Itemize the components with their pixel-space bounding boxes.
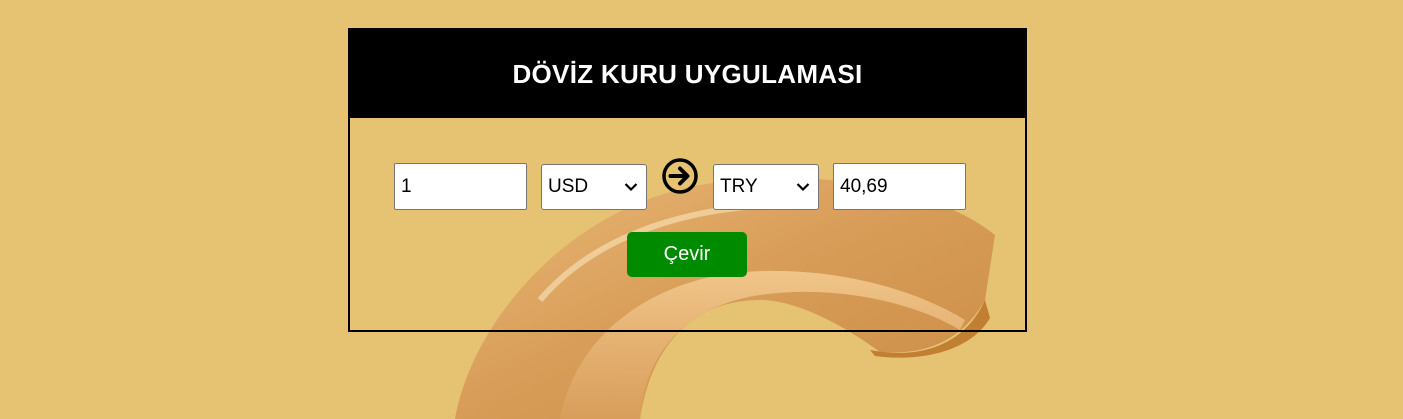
- to-currency-select[interactable]: TRY: [713, 164, 819, 210]
- app-title: DÖVİZ KURU UYGULAMASI: [350, 30, 1025, 118]
- from-currency-value: USD: [548, 176, 589, 197]
- from-currency-select[interactable]: USD: [541, 164, 647, 210]
- arrow-right-circle-icon[interactable]: [661, 157, 699, 195]
- to-currency-value: TRY: [720, 176, 758, 197]
- chevron-down-icon: [796, 183, 810, 192]
- chevron-down-icon: [624, 183, 638, 192]
- converter-panel: DÖVİZ KURU UYGULAMASI USD TRY Çevir: [348, 28, 1027, 332]
- result-input[interactable]: [833, 163, 966, 210]
- amount-input[interactable]: [394, 163, 527, 210]
- convert-button[interactable]: Çevir: [627, 232, 747, 277]
